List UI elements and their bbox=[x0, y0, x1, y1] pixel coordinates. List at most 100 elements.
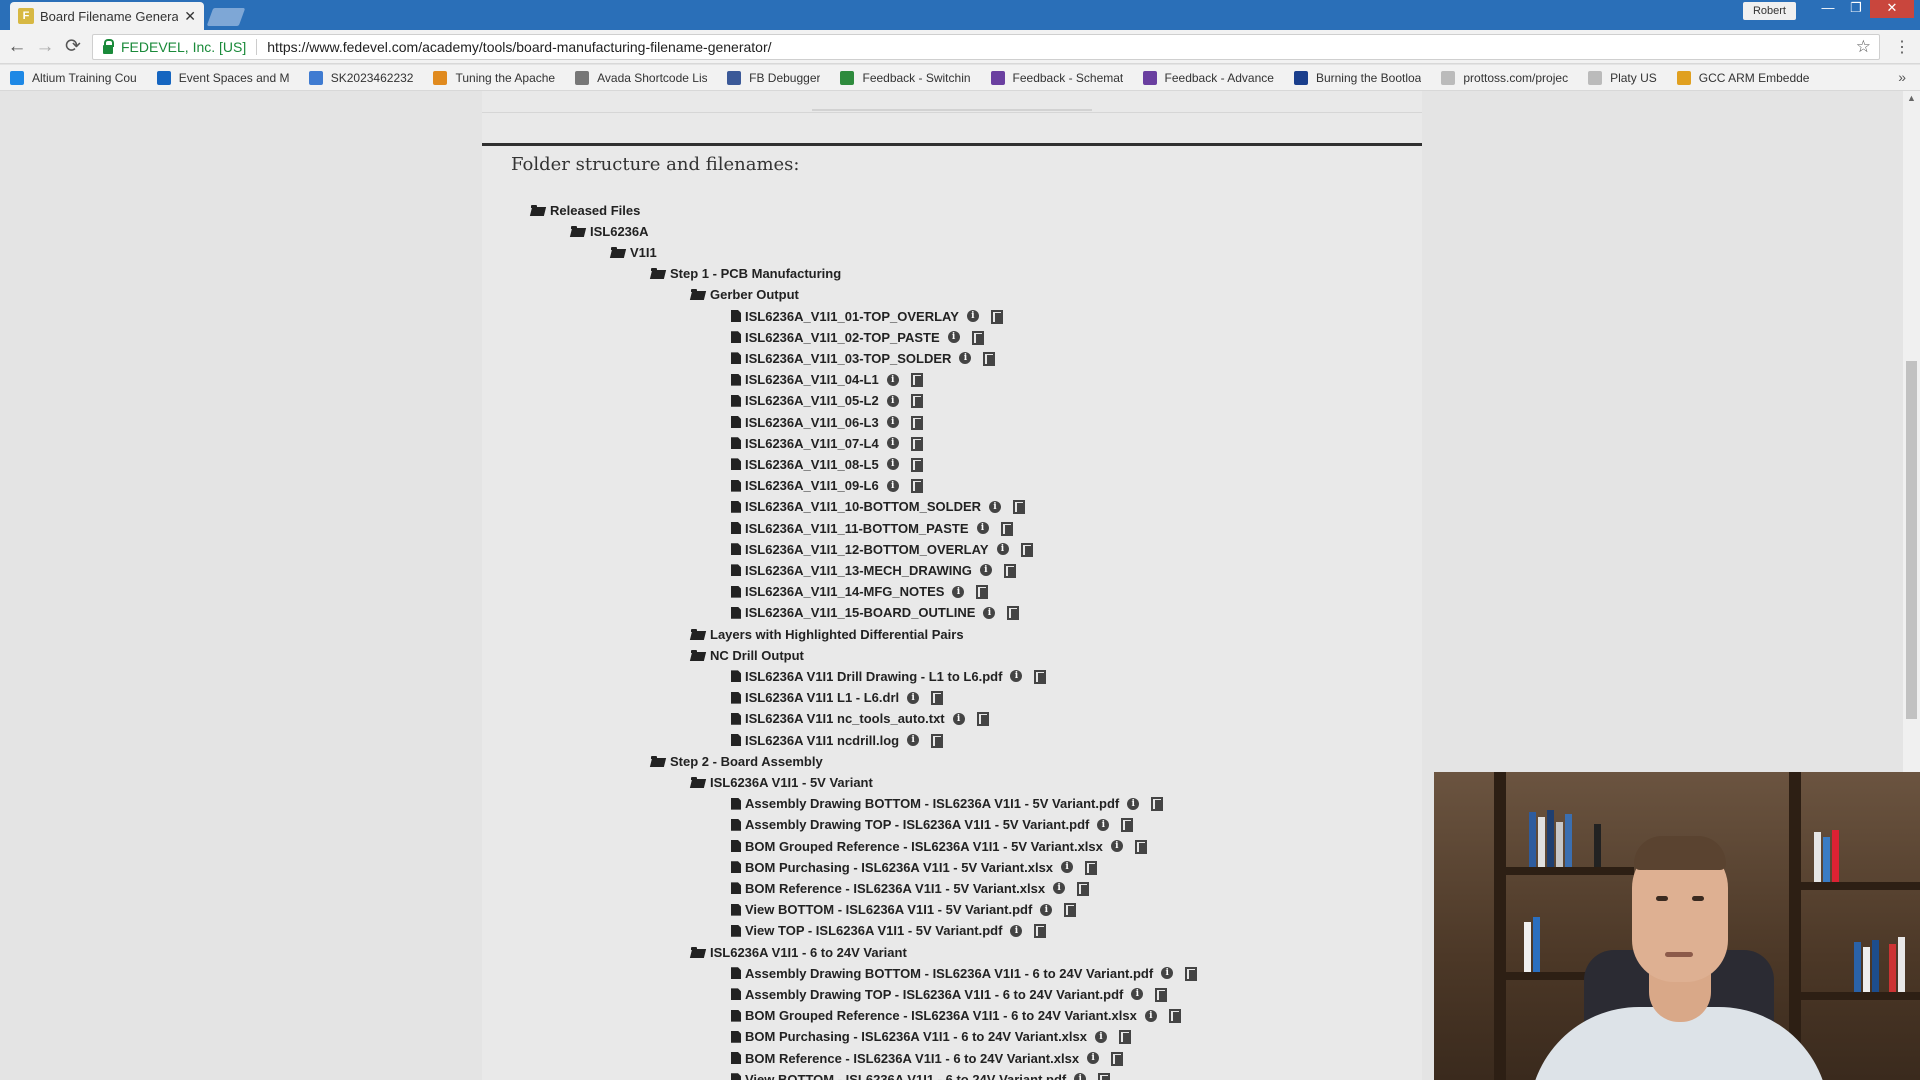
bookmark-item[interactable]: Feedback - Advance bbox=[1142, 70, 1274, 85]
copy-icon[interactable] bbox=[1118, 1030, 1132, 1045]
tree-file: View BOTTOM - ISL6236A V1I1 - 5V Variant… bbox=[731, 901, 1077, 919]
info-icon[interactable]: i bbox=[1144, 1009, 1157, 1022]
forward-button[interactable]: → bbox=[34, 36, 56, 58]
profile-button[interactable]: Robert bbox=[1742, 2, 1796, 20]
bookmark-item[interactable]: Tuning the Apache bbox=[433, 70, 555, 85]
copy-icon[interactable] bbox=[1151, 797, 1164, 812]
info-icon[interactable]: i bbox=[1010, 924, 1023, 937]
copy-icon[interactable] bbox=[910, 394, 924, 409]
bookmark-item[interactable]: GCC ARM Embedde bbox=[1676, 70, 1809, 85]
info-icon[interactable]: i bbox=[886, 458, 899, 471]
copy-icon[interactable] bbox=[971, 330, 985, 345]
info-icon[interactable]: i bbox=[1161, 967, 1174, 980]
copy-icon[interactable] bbox=[931, 691, 944, 706]
info-icon[interactable]: i bbox=[947, 331, 960, 344]
bookmark-item[interactable]: Feedback - Schemati bbox=[990, 70, 1123, 85]
info-icon[interactable]: i bbox=[1061, 861, 1074, 874]
copy-icon[interactable] bbox=[990, 309, 1004, 324]
copy-icon[interactable] bbox=[1013, 500, 1026, 515]
bookmark-item[interactable]: prottoss.com/projec bbox=[1441, 70, 1568, 85]
copy-icon[interactable] bbox=[910, 415, 924, 430]
back-button[interactable]: ← bbox=[6, 36, 28, 58]
copy-icon[interactable] bbox=[1000, 521, 1014, 536]
info-icon[interactable]: i bbox=[976, 522, 989, 534]
info-icon[interactable]: i bbox=[952, 712, 965, 725]
info-icon[interactable]: i bbox=[1131, 988, 1144, 1001]
info-icon[interactable]: i bbox=[1040, 903, 1053, 916]
info-icon[interactable]: i bbox=[886, 394, 899, 407]
info-icon[interactable]: i bbox=[886, 479, 899, 492]
address-bar[interactable]: FEDEVEL, Inc. [US] https://www.fedevel.c… bbox=[92, 34, 1880, 60]
scroll-thumb[interactable] bbox=[1906, 361, 1917, 719]
bookmark-item[interactable]: SK2023462232 bbox=[308, 70, 413, 85]
browser-tab[interactable]: F Board Filename Generato ✕ bbox=[10, 2, 204, 30]
info-icon[interactable]: i bbox=[886, 437, 899, 450]
info-icon[interactable]: i bbox=[1127, 797, 1140, 810]
copy-icon[interactable] bbox=[1111, 1051, 1124, 1066]
copy-icon[interactable] bbox=[983, 351, 996, 366]
site-identity[interactable]: FEDEVEL, Inc. [US] bbox=[121, 39, 246, 55]
copy-icon[interactable] bbox=[1155, 987, 1168, 1002]
scroll-up-arrow-icon[interactable]: ▲ bbox=[1907, 93, 1916, 103]
copy-icon[interactable] bbox=[1034, 669, 1047, 684]
copy-icon[interactable] bbox=[910, 373, 924, 388]
copy-icon[interactable] bbox=[1020, 542, 1034, 557]
bookmark-item[interactable]: FB Debugger bbox=[727, 70, 820, 85]
filename: ISL6236A V1I1 ncdrill.log bbox=[745, 732, 900, 748]
copy-icon[interactable] bbox=[910, 479, 924, 494]
copy-icon[interactable] bbox=[1003, 563, 1017, 578]
info-icon[interactable]: i bbox=[907, 734, 920, 746]
bookmark-item[interactable]: Event Spaces and M bbox=[156, 70, 289, 85]
new-tab-button[interactable] bbox=[206, 8, 246, 26]
info-icon[interactable]: i bbox=[907, 691, 920, 704]
url-text[interactable]: https://www.fedevel.com/academy/tools/bo… bbox=[267, 39, 1855, 55]
info-icon[interactable]: i bbox=[1074, 1073, 1087, 1080]
bookmark-item[interactable]: Altium Training Cou bbox=[10, 70, 137, 85]
tab-close-icon[interactable]: ✕ bbox=[184, 8, 196, 25]
info-icon[interactable]: i bbox=[1094, 1030, 1107, 1043]
info-icon[interactable]: i bbox=[979, 564, 992, 577]
info-icon[interactable]: i bbox=[886, 416, 899, 428]
tree-file: ISL6236A_V1I1_06-L3 i bbox=[731, 413, 924, 431]
copy-icon[interactable] bbox=[910, 436, 924, 451]
copy-icon[interactable] bbox=[1121, 818, 1134, 833]
bookmark-item[interactable]: Feedback - Switchin bbox=[840, 70, 971, 85]
bookmark-item[interactable]: Avada Shortcode Lis bbox=[575, 70, 707, 85]
info-icon[interactable]: i bbox=[996, 543, 1009, 556]
copy-icon[interactable] bbox=[1185, 966, 1198, 981]
copy-icon[interactable] bbox=[976, 585, 989, 600]
browser-menu-icon[interactable]: ⋮ bbox=[1894, 37, 1910, 57]
info-icon[interactable]: i bbox=[959, 352, 972, 365]
file-icon bbox=[731, 373, 741, 386]
copy-icon[interactable] bbox=[1134, 839, 1148, 854]
info-icon[interactable]: i bbox=[966, 310, 979, 322]
info-icon[interactable]: i bbox=[1087, 1052, 1100, 1064]
copy-icon[interactable] bbox=[1007, 606, 1020, 621]
book bbox=[1529, 812, 1536, 867]
minimize-button[interactable]: — bbox=[1814, 0, 1842, 18]
more-bookmarks-icon[interactable]: » bbox=[1898, 69, 1906, 85]
info-icon[interactable]: i bbox=[952, 585, 965, 598]
info-icon[interactable]: i bbox=[1053, 882, 1066, 895]
copy-icon[interactable] bbox=[1034, 924, 1047, 939]
bookmark-star-icon[interactable]: ☆ bbox=[1856, 37, 1871, 57]
bookmark-item[interactable]: Burning the Bootloa bbox=[1293, 70, 1421, 85]
reload-button[interactable]: ⟳ bbox=[62, 36, 84, 58]
copy-icon[interactable] bbox=[976, 712, 990, 727]
close-window-button[interactable]: ✕ bbox=[1870, 0, 1914, 18]
copy-icon[interactable] bbox=[910, 457, 924, 472]
info-icon[interactable]: i bbox=[989, 500, 1002, 513]
info-icon[interactable]: i bbox=[1110, 840, 1123, 852]
copy-icon[interactable] bbox=[1085, 860, 1098, 875]
info-icon[interactable]: i bbox=[1097, 818, 1110, 831]
info-icon[interactable]: i bbox=[1010, 670, 1023, 683]
info-icon[interactable]: i bbox=[886, 373, 899, 386]
copy-icon[interactable] bbox=[1064, 903, 1077, 918]
bookmark-item[interactable]: Platy US bbox=[1588, 70, 1657, 85]
maximize-button[interactable]: ❐ bbox=[1842, 0, 1870, 18]
copy-icon[interactable] bbox=[1098, 1072, 1111, 1080]
info-icon[interactable]: i bbox=[983, 606, 996, 619]
copy-icon[interactable] bbox=[1077, 881, 1090, 896]
copy-icon[interactable] bbox=[931, 733, 944, 748]
copy-icon[interactable] bbox=[1168, 1009, 1182, 1024]
